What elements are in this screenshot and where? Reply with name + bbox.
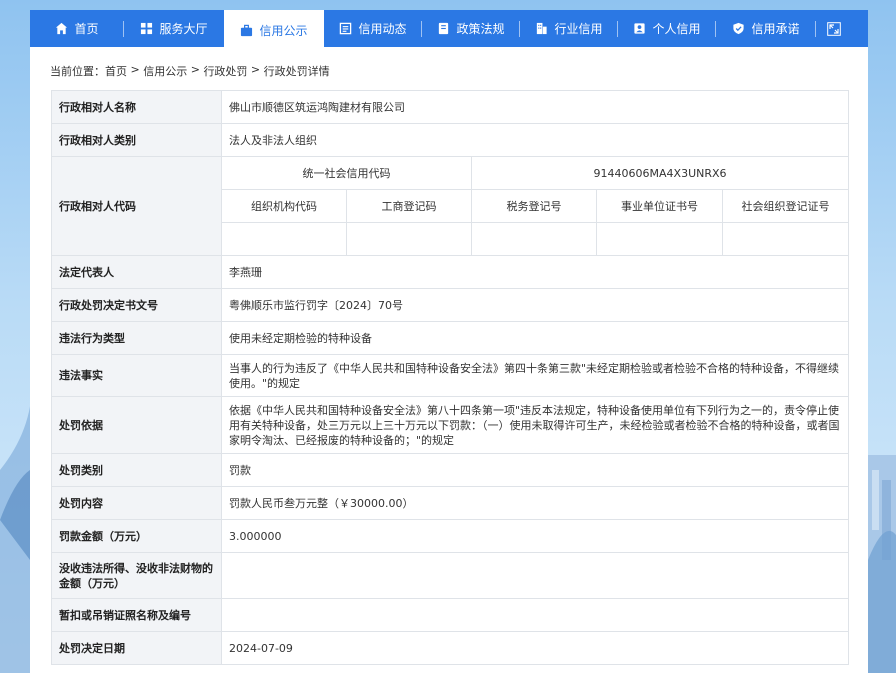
code-value xyxy=(471,222,597,256)
row-value: 粤佛顺乐市监行罚字〔2024〕70号 xyxy=(220,288,850,322)
breadcrumb-admin-penalty[interactable]: 行政处罚 xyxy=(203,63,247,79)
row-value: 法人及非法人组织 xyxy=(220,123,850,157)
expand-icon xyxy=(827,21,841,36)
nav-credit-publicity[interactable]: 信用公示 xyxy=(224,10,324,50)
row-label: 处罚依据 xyxy=(51,396,222,454)
row-value: 使用未经定期检验的特种设备 xyxy=(220,321,850,355)
row-value: 李燕珊 xyxy=(220,255,850,289)
row-value: 依据《中华人民共和国特种设备安全法》第八十四条第一项"违反本法规定，特种设备使用… xyxy=(220,396,850,454)
nav-label: 服务大厅 xyxy=(159,22,208,36)
expand-button[interactable] xyxy=(816,10,852,47)
table-row: 罚款金额（万元） 3.000000 xyxy=(51,519,850,553)
home-icon xyxy=(56,22,68,35)
row-label: 处罚类别 xyxy=(51,453,222,487)
code-value xyxy=(346,222,472,256)
row-label: 行政相对人名称 xyxy=(51,90,222,124)
nav-policy-regulations[interactable]: 政策法规 xyxy=(422,10,520,47)
table-row: 暂扣或吊销证照名称及编号 xyxy=(51,598,850,632)
table-row: 法定代表人 李燕珊 xyxy=(51,255,850,289)
row-label: 行政相对人类别 xyxy=(51,123,222,157)
row-label: 违法事实 xyxy=(51,354,222,397)
row-value: 3.000000 xyxy=(220,519,850,553)
table-row: 违法事实 当事人的行为违反了《中华人民共和国特种设备安全法》第四十条第三款"未经… xyxy=(51,354,850,397)
uscc-value: 91440606MA4X3UNRX6 xyxy=(470,156,850,190)
code-value xyxy=(221,222,347,256)
nav-service-hall[interactable]: 服务大厅 xyxy=(124,10,224,47)
row-value: 罚款人民币叁万元整（￥30000.00） xyxy=(220,486,850,520)
code-header: 事业单位证书号 xyxy=(596,189,723,223)
nav-label: 政策法规 xyxy=(456,22,505,36)
grid-icon xyxy=(141,22,153,35)
shield-check-icon xyxy=(733,22,745,35)
breadcrumb-credit-publicity[interactable]: 信用公示 xyxy=(143,63,187,79)
code-value xyxy=(721,222,850,256)
code-header: 税务登记号 xyxy=(471,189,597,223)
breadcrumb-prefix: 当前位置： xyxy=(50,65,105,78)
row-value: 佛山市顺德区筑运鸿陶建材有限公司 xyxy=(220,90,850,124)
breadcrumb: 当前位置： 首页 > 信用公示 > 行政处罚 > 行政处罚详情 xyxy=(50,63,330,79)
table-row: 处罚依据 依据《中华人民共和国特种设备安全法》第八十四条第一项"违反本法规定，特… xyxy=(51,396,850,454)
breadcrumb-current: 行政处罚详情 xyxy=(263,65,330,78)
book-icon xyxy=(439,22,449,35)
nav-label: 信用公示 xyxy=(259,23,308,38)
nav-credit-news[interactable]: 信用动态 xyxy=(324,10,422,47)
table-row: 没收违法所得、没收非法财物的金额（万元） xyxy=(51,552,850,599)
table-row: 行政相对人代码 统一社会信用代码 91440606MA4X3UNRX6 xyxy=(51,156,850,256)
row-value: 2024-07-09 xyxy=(220,631,850,665)
row-value: 当事人的行为违反了《中华人民共和国特种设备安全法》第四十条第三款"未经定期检验或… xyxy=(220,354,850,397)
table-row: 行政处罚决定书文号 粤佛顺乐市监行罚字〔2024〕70号 xyxy=(51,288,850,322)
code-header: 组织机构代码 xyxy=(221,189,347,223)
row-label: 处罚内容 xyxy=(51,486,222,520)
news-icon xyxy=(340,22,352,35)
row-label: 处罚决定日期 xyxy=(51,631,222,665)
table-row: 处罚内容 罚款人民币叁万元整（￥30000.00） xyxy=(51,486,850,520)
row-label: 罚款金额（万元） xyxy=(51,519,222,553)
table-row: 处罚决定日期 2024-07-09 xyxy=(51,631,850,665)
content-panel: 当前位置： 首页 > 信用公示 > 行政处罚 > 行政处罚详情 行政相对人名称 … xyxy=(30,47,868,673)
uscc-label: 统一社会信用代码 xyxy=(221,156,472,190)
main-nav: 首页 服务大厅 信用公示 信用动态 政策法规 行业信用 个人信用 信用承诺 xyxy=(30,10,868,50)
nav-label: 信用动态 xyxy=(358,22,407,36)
id-card-icon xyxy=(634,23,646,34)
table-row: 违法行为类型 使用未经定期检验的特种设备 xyxy=(51,321,850,355)
nav-industry-credit[interactable]: 行业信用 xyxy=(520,10,618,47)
code-header: 工商登记码 xyxy=(346,189,472,223)
nav-label: 信用承诺 xyxy=(751,22,800,36)
row-label: 行政相对人代码 xyxy=(51,156,222,256)
breadcrumb-home[interactable]: 首页 xyxy=(105,63,127,79)
table-row: 行政相对人名称 佛山市顺德区筑运鸿陶建材有限公司 xyxy=(51,90,850,124)
table-row: 行政相对人类别 法人及非法人组织 xyxy=(51,123,850,157)
row-label: 行政处罚决定书文号 xyxy=(51,288,222,322)
nav-label: 个人信用 xyxy=(652,22,701,36)
nav-home[interactable]: 首页 xyxy=(30,10,124,47)
briefcase-icon xyxy=(241,24,253,36)
breadcrumb-separator: > xyxy=(127,63,144,76)
row-value xyxy=(220,598,850,632)
row-value xyxy=(220,552,850,599)
nav-credit-commitment[interactable]: 信用承诺 xyxy=(716,10,816,47)
table-row: 处罚类别 罚款 xyxy=(51,453,850,487)
breadcrumb-separator: > xyxy=(247,63,264,76)
row-label: 违法行为类型 xyxy=(51,321,222,355)
nav-label: 行业信用 xyxy=(554,22,603,36)
code-value xyxy=(596,222,723,256)
nav-label: 首页 xyxy=(74,22,99,36)
nav-personal-credit[interactable]: 个人信用 xyxy=(618,10,716,47)
breadcrumb-separator: > xyxy=(187,63,204,76)
row-label: 没收违法所得、没收非法财物的金额（万元） xyxy=(51,552,222,599)
code-header: 社会组织登记证号 xyxy=(721,189,850,223)
penalty-detail-table: 行政相对人名称 佛山市顺德区筑运鸿陶建材有限公司 行政相对人类别 法人及非法人组… xyxy=(51,90,850,665)
row-value: 罚款 xyxy=(220,453,850,487)
building-icon xyxy=(537,22,548,35)
row-label: 法定代表人 xyxy=(51,255,222,289)
row-label: 暂扣或吊销证照名称及编号 xyxy=(51,598,222,632)
